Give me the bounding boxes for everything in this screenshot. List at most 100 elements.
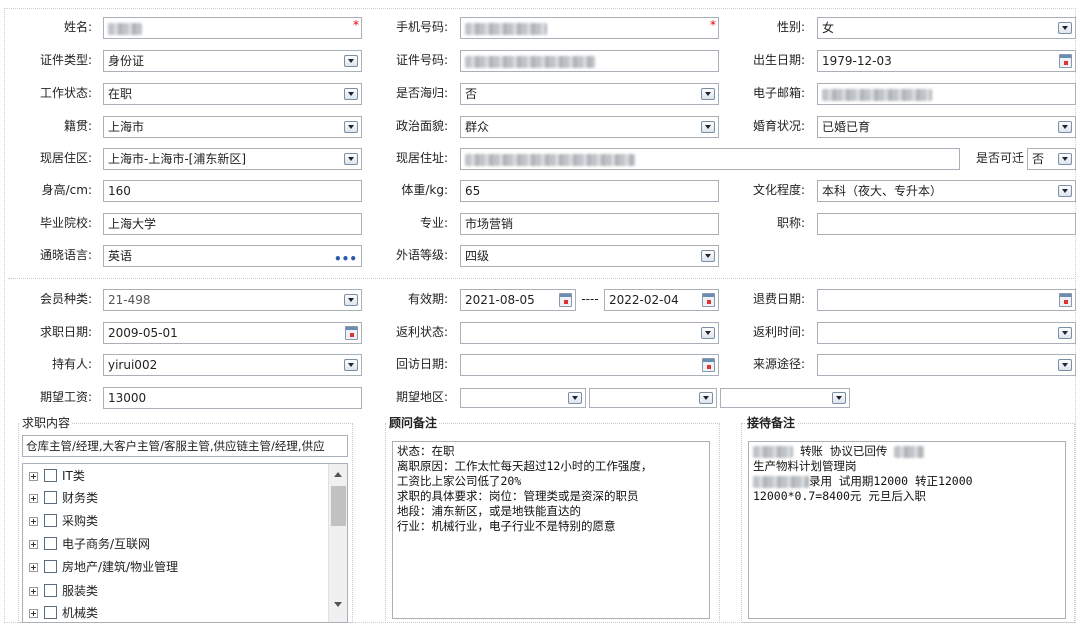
chevron-down-icon[interactable] — [832, 392, 846, 404]
education-select[interactable]: 本科（夜大、专升本） — [817, 180, 1076, 202]
expand-icon[interactable] — [29, 472, 38, 481]
expand-icon[interactable] — [29, 609, 38, 618]
chevron-down-icon[interactable] — [1058, 327, 1072, 339]
chevron-down-icon[interactable] — [701, 250, 715, 262]
overseas-select[interactable]: 否 — [460, 83, 719, 105]
name-input[interactable]: * — [103, 17, 362, 39]
chevron-down-icon[interactable] — [1058, 185, 1072, 197]
chevron-down-icon[interactable] — [568, 392, 582, 404]
chevron-down-icon[interactable] — [701, 327, 715, 339]
checkbox[interactable] — [44, 469, 57, 482]
weight-input[interactable]: 65 — [460, 180, 719, 202]
checkbox[interactable] — [44, 491, 57, 504]
scroll-down-icon[interactable] — [334, 602, 342, 607]
residence-area-select[interactable]: 上海市-上海市-[浦东新区] — [103, 148, 362, 170]
job-panel-title: 求职内容 — [20, 415, 73, 431]
chevron-down-icon[interactable] — [344, 88, 358, 100]
tree-item[interactable]: 机械类 — [29, 603, 98, 622]
expand-icon[interactable] — [29, 517, 38, 526]
region-district-select[interactable] — [720, 388, 850, 408]
redacted — [753, 475, 809, 488]
refund-date-input[interactable] — [817, 289, 1076, 311]
checkbox[interactable] — [44, 560, 57, 573]
job-category-tree[interactable]: IT类 财务类 采购类 电子商务/互联网 房地产/建筑/物业管理 服装类 机械类 — [22, 463, 348, 623]
political-select[interactable]: 群众 — [460, 116, 719, 138]
member-type-value: 21-498 — [108, 293, 151, 307]
checkbox[interactable] — [44, 584, 57, 597]
calendar-icon[interactable] — [1059, 293, 1072, 307]
chevron-down-icon[interactable] — [344, 359, 358, 371]
source-select[interactable] — [817, 354, 1076, 376]
tree-item[interactable]: IT类 — [29, 466, 85, 486]
gender-select[interactable]: 女 — [817, 17, 1076, 39]
checkbox[interactable] — [44, 514, 57, 527]
chevron-down-icon[interactable] — [344, 294, 358, 306]
email-input[interactable] — [817, 83, 1076, 105]
chevron-down-icon[interactable] — [344, 121, 358, 133]
chevron-down-icon[interactable] — [699, 392, 713, 404]
rebate-status-select[interactable] — [460, 322, 719, 344]
calendar-icon[interactable] — [1059, 54, 1072, 68]
marital-select[interactable]: 已婚已育 — [817, 116, 1076, 138]
calendar-icon[interactable] — [559, 293, 572, 307]
region-city-select[interactable] — [589, 388, 717, 408]
residence-addr-input[interactable] — [460, 148, 960, 170]
validity-from-input[interactable]: 2021-08-05 — [460, 289, 576, 311]
phone-input[interactable]: * — [460, 17, 719, 39]
job-date-input[interactable]: 2009-05-01 — [103, 322, 362, 344]
lang-level-select[interactable]: 四级 — [460, 245, 719, 267]
expand-icon[interactable] — [29, 540, 38, 549]
tree-item[interactable]: 电子商务/互联网 — [29, 534, 150, 554]
chevron-down-icon[interactable] — [701, 88, 715, 100]
chevron-down-icon[interactable] — [1058, 153, 1072, 165]
chevron-down-icon[interactable] — [1058, 22, 1072, 34]
calendar-icon[interactable] — [702, 293, 715, 307]
advisor-notes-textarea[interactable]: 状态：在职 离职原因：工作太忙每天超过12小时的工作强度， 工资比上家公司低了2… — [392, 441, 710, 619]
checkbox[interactable] — [44, 606, 57, 619]
id-type-select[interactable]: 身份证 — [103, 50, 362, 72]
tree-item-label: 房地产/建筑/物业管理 — [62, 560, 179, 574]
expand-icon[interactable] — [29, 494, 38, 503]
height-input[interactable]: 160 — [103, 180, 362, 202]
tree-scrollbar[interactable] — [328, 464, 347, 622]
work-status-select[interactable]: 在职 — [103, 83, 362, 105]
overseas-value: 否 — [465, 87, 478, 101]
native-place-select[interactable]: 上海市 — [103, 116, 362, 138]
school-input[interactable]: 上海大学 — [103, 213, 362, 235]
scroll-up-icon[interactable] — [334, 472, 342, 477]
relocate-select[interactable]: 否 — [1027, 148, 1076, 170]
reception-notes-textarea[interactable]: 转账 协议已回传 生产物料计划管理岗 录用 试用期12000 转正12000 1… — [748, 441, 1066, 619]
expand-icon[interactable] — [29, 587, 38, 596]
region-province-select[interactable] — [460, 388, 586, 408]
id-number-input[interactable] — [460, 50, 719, 72]
tree-item[interactable]: 财务类 — [29, 488, 98, 508]
job-summary-input[interactable]: 仓库主管/经理,大客户主管/客服主管,供应链主管/经理,供应 — [22, 435, 348, 457]
tree-item[interactable]: 采购类 — [29, 511, 98, 531]
job-date-label: 求职日期: — [39, 325, 92, 339]
scrollbar-thumb[interactable] — [331, 486, 346, 526]
validity-to-input[interactable]: 2022-02-04 — [604, 289, 719, 311]
chevron-down-icon[interactable] — [1058, 359, 1072, 371]
tree-item[interactable]: 房地产/建筑/物业管理 — [29, 557, 178, 577]
checkbox[interactable] — [44, 537, 57, 550]
phone-label: 手机号码: — [395, 20, 448, 34]
rebate-time-select[interactable] — [817, 322, 1076, 344]
birth-date-input[interactable]: 1979-12-03 — [817, 50, 1076, 72]
holder-select[interactable]: yirui002 — [103, 354, 362, 376]
member-type-select[interactable]: 21-498 — [103, 289, 362, 311]
salary-input[interactable]: 13000 — [103, 387, 362, 409]
expand-icon[interactable] — [29, 563, 38, 572]
tree-item[interactable]: 服装类 — [29, 581, 98, 601]
chevron-down-icon[interactable] — [344, 153, 358, 165]
chevron-down-icon[interactable] — [344, 55, 358, 67]
language-input[interactable]: 英语 ••• — [103, 245, 362, 267]
major-input[interactable]: 市场营销 — [460, 213, 719, 235]
more-icon[interactable]: ••• — [334, 249, 357, 266]
visit-date-input[interactable] — [460, 354, 719, 376]
title-input[interactable] — [817, 213, 1076, 235]
calendar-icon[interactable] — [345, 326, 358, 340]
chevron-down-icon[interactable] — [1058, 121, 1072, 133]
native-place-label: 籍贯: — [63, 119, 92, 133]
calendar-icon[interactable] — [702, 358, 715, 372]
chevron-down-icon[interactable] — [701, 121, 715, 133]
